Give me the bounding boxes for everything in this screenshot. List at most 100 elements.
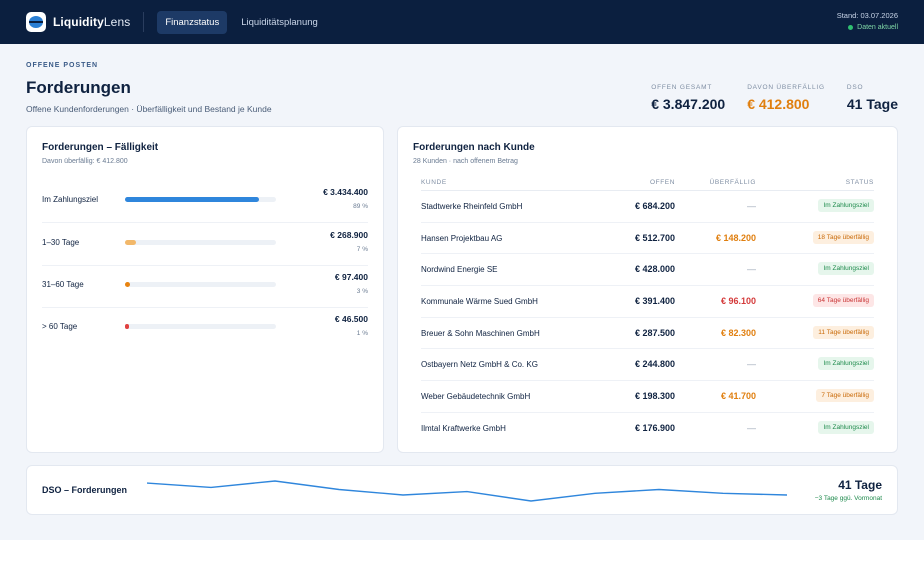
stand-date: Stand: 03.07.2026 [836, 11, 898, 20]
customers-title: Forderungen nach Kunde [413, 142, 535, 153]
aging-label: > 60 Tage [42, 322, 78, 331]
aging-bar-fill [125, 240, 136, 245]
open-amount: € 244.800 [634, 359, 675, 370]
dso-delta: −3 Tage ggü. Vormonat [814, 495, 882, 502]
dso-value: 41 Tage [838, 478, 882, 492]
aging-row[interactable]: 1–30 Tage € 268.900 7 % [42, 224, 368, 266]
dso-sparkline [147, 480, 787, 502]
aging-bar-track [125, 324, 276, 329]
open-amount: € 428.000 [634, 264, 675, 275]
customer-name[interactable]: Kommunale Wärme Sued GmbH [421, 297, 538, 306]
overdue-amount: — [747, 422, 756, 433]
status-badge: 64 Tage überfällig [812, 294, 874, 308]
column-header-status[interactable]: STATUS [846, 179, 874, 186]
table-header: KUNDE OFFEN ÜBERFÄLLIG STATUS [421, 177, 874, 191]
status-badge: 7 Tage überfällig [816, 389, 874, 403]
aging-title: Forderungen – Fälligkeit [42, 142, 159, 153]
aging-percent: 3 % [356, 288, 368, 295]
customer-name[interactable]: Ilmtal Kraftwerke GmbH [421, 424, 506, 433]
kpi-value: € 412.800 [747, 96, 810, 112]
status-badge: 18 Tage überfällig [812, 230, 874, 244]
column-header-ueberfaellig[interactable]: ÜBERFÄLLIG [710, 179, 756, 186]
aging-amount: € 268.900 [330, 230, 368, 240]
overdue-amount: € 148.200 [715, 232, 756, 243]
customer-name[interactable]: Breuer & Sohn Maschinen GmbH [421, 329, 540, 338]
open-amount: € 512.700 [634, 232, 675, 243]
aging-subtitle: Davon überfällig: € 412.800 [42, 158, 128, 165]
liquidity-lens-logo-icon [26, 12, 46, 32]
data-status: Stand: 03.07.2026 Daten aktuell [837, 11, 898, 31]
kpi-value: 41 Tage [846, 96, 898, 112]
column-header-kunde[interactable]: KUNDE [421, 179, 447, 186]
aging-row[interactable]: 31–60 Tage € 97.400 3 % [42, 266, 368, 308]
aging-bar-track [125, 240, 276, 245]
table-row[interactable]: Breuer & Sohn Maschinen GmbH € 287.500 € 8… [421, 318, 874, 350]
overdue-amount: — [747, 264, 756, 275]
table-row[interactable]: Hansen Projektbau AG € 512.700 € 148.200 18… [421, 223, 874, 255]
dso-title: DSO – Forderungen [42, 485, 128, 495]
table-body: Stadtwerke Rheinfeld GmbH € 684.200 — Im Za… [421, 191, 874, 445]
aging-row[interactable]: Im Zahlungsziel € 3.434.400 89 % [42, 181, 368, 223]
table-row[interactable]: Ilmtal Kraftwerke GmbH € 176.900 — Im Zahlu… [421, 413, 874, 445]
brand-name-light: Lens [103, 15, 131, 29]
overdue-amount: — [747, 201, 756, 211]
aging-bar-fill [125, 282, 130, 287]
aging-bar-fill [125, 324, 129, 329]
brand-name: LiquidityLens [53, 15, 130, 29]
aging-amount: € 46.500 [334, 314, 368, 324]
aging-card: Forderungen – Fälligkeit Davon überfälli… [26, 126, 384, 453]
live-status-text: Daten aktuell [857, 24, 898, 31]
overdue-amount: € 41.700 [720, 391, 756, 402]
nav-divider [143, 12, 145, 32]
aging-bar-track [125, 197, 276, 202]
status-badge: Im Zahlungsziel [818, 420, 874, 434]
customer-name[interactable]: Hansen Projektbau AG [421, 234, 502, 243]
customer-name[interactable]: Ostbayern Netz GmbH & Co. KG [421, 360, 538, 369]
customer-name[interactable]: Stadtwerke Rheinfeld GmbH [421, 202, 522, 211]
page-subtitle: Offene Kundenforderungen · Überfälligkei… [26, 104, 272, 114]
overdue-amount: € 96.100 [720, 296, 756, 307]
open-amount: € 684.200 [634, 201, 675, 211]
status-badge: 11 Tage überfällig [813, 325, 874, 339]
customers-subtitle: 28 Kunden · nach offenem Betrag [413, 158, 518, 165]
table-row[interactable]: Weber Gebäudetechnik GmbH € 198.300 € 41.7… [421, 381, 874, 413]
customer-name[interactable]: Nordwind Energie SE [421, 265, 497, 274]
page-title: Forderungen [26, 78, 131, 97]
customers-table: KUNDE OFFEN ÜBERFÄLLIG STATUS Stadtwerke… [421, 177, 874, 445]
open-amount: € 176.900 [634, 422, 675, 433]
kpi-dso: DSO 41 Tage [847, 84, 898, 112]
dso-card: DSO – Forderungen 41 Tage −3 Tage ggü. V… [26, 465, 898, 515]
dso-trend-line [147, 480, 787, 502]
aging-percent: 89 % [353, 203, 368, 210]
column-header-offen[interactable]: OFFEN [650, 179, 675, 186]
aging-label: Im Zahlungsziel [42, 195, 99, 204]
aging-percent: 1 % [356, 330, 368, 337]
aging-amount: € 3.434.400 [323, 187, 368, 197]
kpi-value: € 3.847.200 [651, 96, 726, 112]
table-row[interactable]: Stadtwerke Rheinfeld GmbH € 684.200 — Im Za… [421, 191, 874, 223]
aging-row[interactable]: > 60 Tage € 46.500 1 % [42, 308, 368, 350]
tab-finanzstatus[interactable]: Finanzstatus [157, 10, 228, 34]
kpi-label: DAVON ÜBERFÄLLIG [747, 84, 825, 91]
aging-label: 1–30 Tage [42, 238, 80, 247]
page-eyebrow: OFFENE POSTEN [26, 62, 99, 69]
tab-liquiditaetsplanung[interactable]: Liquiditätsplanung [233, 11, 326, 34]
kpi-davon-ueberfaellig: DAVON ÜBERFÄLLIG € 412.800 [747, 84, 825, 112]
table-row[interactable]: Ostbayern Netz GmbH & Co. KG € 244.800 — Im… [421, 349, 874, 382]
customer-name[interactable]: Weber Gebäudetechnik GmbH [421, 392, 530, 401]
kpi-label: OFFEN GESAMT [651, 84, 713, 91]
status-badge: Im Zahlungsziel [818, 262, 874, 276]
customers-card: Forderungen nach Kunde 28 Kunden · nach … [397, 126, 898, 453]
aging-bar-fill [125, 197, 260, 202]
status-badge: Im Zahlungsziel [818, 199, 874, 212]
table-row[interactable]: Kommunale Wärme Sued GmbH € 391.400 € 96.1… [421, 286, 874, 318]
live-dot-icon [848, 25, 854, 30]
aging-amount: € 97.400 [334, 272, 368, 282]
brand[interactable]: LiquidityLens [26, 12, 130, 32]
top-bar: LiquidityLens Finanzstatus Liquiditätspl… [0, 0, 924, 44]
table-row[interactable]: Nordwind Energie SE € 428.000 — Im Zahlungs… [421, 254, 874, 287]
kpi-label: DSO [846, 84, 864, 91]
aging-bar-track [125, 282, 276, 287]
open-amount: € 198.300 [634, 391, 675, 402]
aging-label: 31–60 Tage [42, 280, 84, 289]
